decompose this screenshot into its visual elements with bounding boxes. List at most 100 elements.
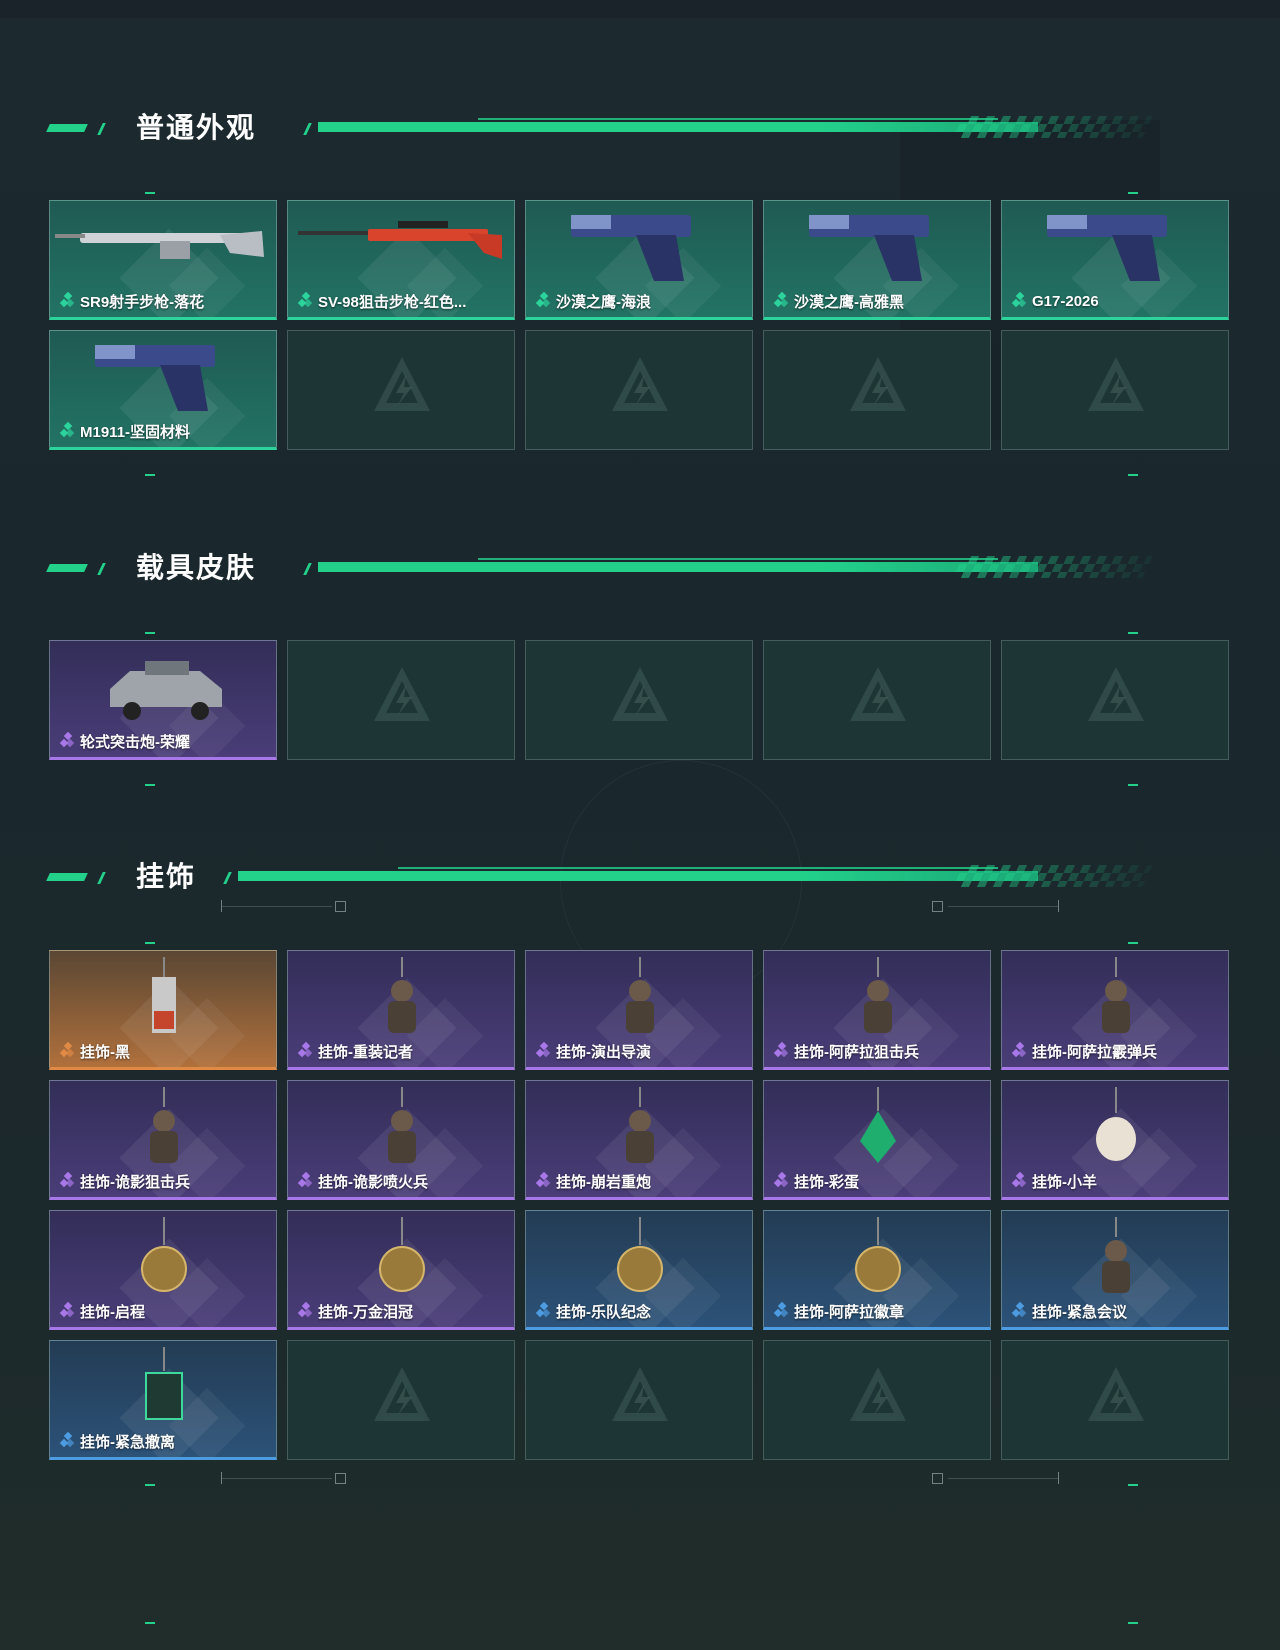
item-name: 挂饰-崩岩重炮 [556, 1173, 651, 1191]
item-label: 挂饰-阿萨拉霰弹兵 [1010, 1041, 1157, 1061]
header-checker-pattern [952, 116, 1154, 138]
ruler-mark [221, 900, 222, 912]
top-bar [0, 0, 1280, 18]
placeholder-logo [1084, 1363, 1148, 1427]
item-label: SR9射手步枪-落花 [58, 291, 204, 311]
item-card[interactable]: 沙漠之鹰-高雅黑 [763, 200, 991, 320]
item-card[interactable]: 挂饰-诡影喷火兵 [287, 1080, 515, 1200]
item-name: 挂饰-重装记者 [318, 1043, 413, 1061]
item-card[interactable]: 挂饰-崩岩重炮 [525, 1080, 753, 1200]
item-card[interactable]: 挂饰-黑 [49, 950, 277, 1070]
rarity-diamond-icon [59, 422, 75, 438]
pistol-icon [809, 215, 929, 281]
item-image [50, 201, 276, 291]
item-image [50, 1341, 276, 1431]
item-image [764, 201, 990, 291]
header-deco-bar [46, 124, 88, 132]
item-card[interactable]: 挂饰-乐队纪念 [525, 1210, 753, 1330]
edge-tick [1128, 632, 1138, 634]
placeholder-logo [846, 353, 910, 417]
rarity-diamond-icon [535, 1302, 551, 1318]
item-card[interactable]: SV-98狙击步枪-红色... [287, 200, 515, 320]
section-title: 挂饰 [136, 861, 197, 892]
item-card[interactable]: 挂饰-阿萨拉狙击兵 [763, 950, 991, 1070]
item-card[interactable]: 挂饰-阿萨拉徽章 [763, 1210, 991, 1330]
section-title: 载具皮肤 [136, 552, 257, 583]
placeholder-logo-icon [374, 667, 430, 721]
item-card[interactable]: 挂饰-万金泪冠 [287, 1210, 515, 1330]
placeholder-logo-icon [850, 357, 906, 411]
placeholder-logo [846, 663, 910, 727]
figure-charm-icon [150, 1087, 178, 1163]
figure-charm-icon [626, 957, 654, 1033]
item-card[interactable]: 挂饰-演出导演 [525, 950, 753, 1070]
rarity-diamond-icon [1011, 1172, 1027, 1188]
item-card[interactable]: 挂饰-诡影狙击兵 [49, 1080, 277, 1200]
item-label: 挂饰-演出导演 [534, 1041, 651, 1061]
pistol-icon [95, 345, 215, 411]
section-header: 挂饰 [46, 857, 1198, 897]
section-header: 普通外观 [46, 108, 1198, 148]
ruler-box [335, 901, 346, 912]
item-name: 挂饰-紧急会议 [1032, 1303, 1127, 1321]
empty-slot [525, 640, 753, 760]
placeholder-logo-icon [850, 1367, 906, 1421]
item-label: SV-98狙击步枪-红色... [296, 291, 466, 311]
item-card[interactable]: M1911-坚固材料 [49, 330, 277, 450]
sheep-charm-icon [1096, 1087, 1136, 1161]
item-card[interactable]: 挂饰-重装记者 [287, 950, 515, 1070]
item-name: 沙漠之鹰-海浪 [556, 293, 651, 311]
item-label: 挂饰-彩蛋 [772, 1171, 859, 1191]
edge-tick [145, 1484, 155, 1486]
item-image [764, 1211, 990, 1301]
rarity-diamond-icon [1011, 292, 1027, 308]
item-card[interactable]: 沙漠之鹰-海浪 [525, 200, 753, 320]
figure-charm-icon [388, 1087, 416, 1163]
item-card[interactable]: 挂饰-小羊 [1001, 1080, 1229, 1200]
item-card[interactable]: 挂饰-启程 [49, 1210, 277, 1330]
item-name: 挂饰-启程 [80, 1303, 145, 1321]
empty-slot [525, 1340, 753, 1460]
item-image [526, 1081, 752, 1171]
section-title: 普通外观 [136, 112, 257, 143]
figure-charm-icon [1102, 1217, 1130, 1293]
edge-tick [145, 1622, 155, 1624]
item-image [50, 1211, 276, 1301]
badge-charm-icon [617, 1217, 663, 1292]
figure-charm-icon [1102, 957, 1130, 1033]
figure-charm-icon [864, 957, 892, 1033]
item-card[interactable]: 轮式突击炮-荣耀 [49, 640, 277, 760]
rarity-diamond-icon [773, 1302, 789, 1318]
item-name: 挂饰-诡影狙击兵 [80, 1173, 190, 1191]
header-checker-pattern [952, 865, 1154, 887]
header-deco-tick [303, 123, 312, 135]
item-image [1002, 1081, 1228, 1171]
item-image [50, 1081, 276, 1171]
ruler-mark [1058, 1472, 1059, 1484]
header-deco-bar [46, 564, 88, 572]
placeholder-logo-icon [1088, 1367, 1144, 1421]
empty-slot [763, 1340, 991, 1460]
item-label: 挂饰-诡影狙击兵 [58, 1171, 190, 1191]
empty-slot [1001, 640, 1229, 760]
item-name: M1911-坚固材料 [80, 423, 191, 441]
item-card[interactable]: 挂饰-阿萨拉霰弹兵 [1001, 950, 1229, 1070]
item-card[interactable]: SR9射手步枪-落花 [49, 200, 277, 320]
header-accent-thin-line [478, 118, 998, 120]
item-card[interactable]: 挂饰-紧急撤离 [49, 1340, 277, 1460]
item-name: 挂饰-小羊 [1032, 1173, 1097, 1191]
item-label: 挂饰-紧急会议 [1010, 1301, 1127, 1321]
item-card[interactable]: G17-2026 [1001, 200, 1229, 320]
item-card[interactable]: 挂饰-彩蛋 [763, 1080, 991, 1200]
edge-tick [1128, 474, 1138, 476]
ruler-mark [1058, 900, 1059, 912]
item-image [1002, 951, 1228, 1041]
item-label: 挂饰-黑 [58, 1041, 130, 1061]
header-deco-tick [97, 123, 106, 135]
empty-slot [287, 640, 515, 760]
placeholder-logo [370, 353, 434, 417]
header-accent-line [318, 122, 1038, 132]
item-label: 沙漠之鹰-海浪 [534, 291, 651, 311]
item-card[interactable]: 挂饰-紧急会议 [1001, 1210, 1229, 1330]
item-image [764, 1081, 990, 1171]
